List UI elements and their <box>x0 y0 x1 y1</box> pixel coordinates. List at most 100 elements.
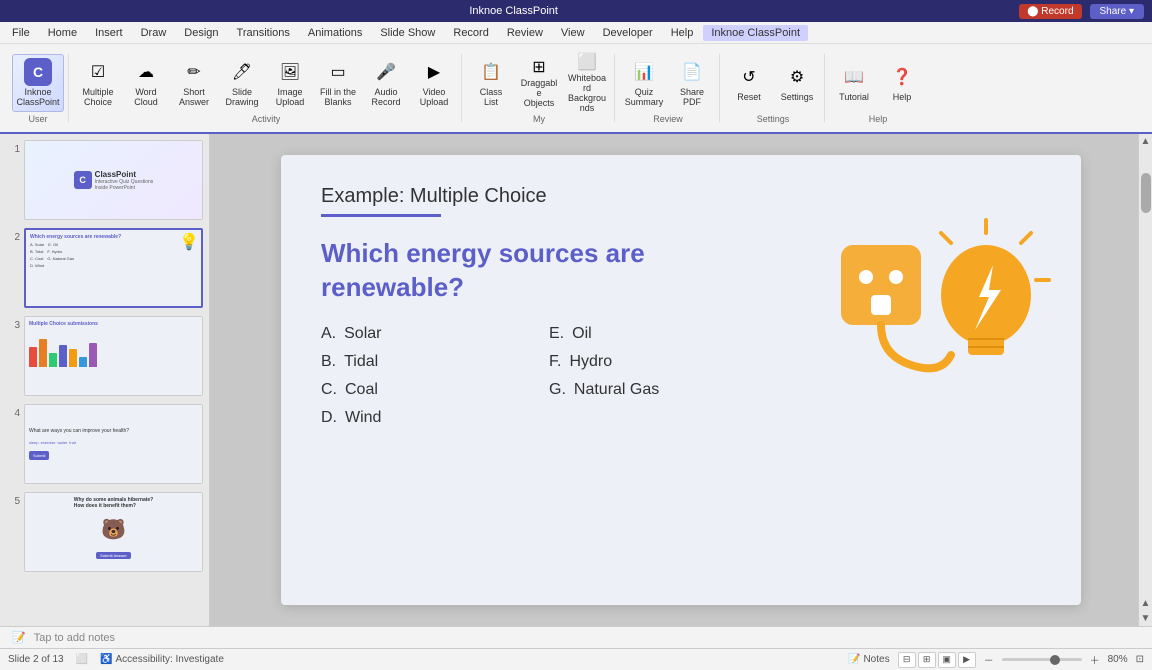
draggable-objects-button[interactable]: ⊞ DraggableObjects <box>516 54 562 112</box>
option-f-letter: F. <box>549 353 561 371</box>
title-bar: Inknoe ClassPoint ⬤ Record Share ▾ <box>0 0 1152 22</box>
menu-help[interactable]: Help <box>663 25 702 41</box>
menu-draw[interactable]: Draw <box>133 25 175 41</box>
zoom-thumb[interactable] <box>1050 655 1060 665</box>
zoom-out-icon[interactable]: － <box>984 652 994 667</box>
short-answer-button[interactable]: ✏ ShortAnswer <box>171 54 217 112</box>
option-g-letter: G. <box>549 381 566 399</box>
option-a-letter: A. <box>321 325 336 343</box>
whiteboard-backgrounds-button[interactable]: ⬜ WhiteboardBackgrounds <box>564 54 610 112</box>
slide-thumb-1[interactable]: 1 C ClassPoint Interactive Quiz Question… <box>4 138 205 222</box>
slide-option-c: C. Coal <box>321 381 489 399</box>
menu-home[interactable]: Home <box>40 25 85 41</box>
record-button[interactable]: ⬤ Record <box>1019 4 1081 19</box>
image-upload-button[interactable]: 🖼 ImageUpload <box>267 54 313 112</box>
audio-record-button[interactable]: 🎤 AudioRecord <box>363 54 409 112</box>
help-button[interactable]: ❓ Help <box>879 54 925 112</box>
multiple-choice-button[interactable]: ☑ MultipleChoice <box>75 54 121 112</box>
menu-record[interactable]: Record <box>445 25 496 41</box>
tutorial-button[interactable]: 📖 Tutorial <box>831 54 877 112</box>
review-group-label: Review <box>621 112 715 126</box>
slideshow-view-btn[interactable]: ▶ <box>958 652 976 668</box>
zoom-in-icon[interactable]: ＋ <box>1090 652 1100 667</box>
word-cloud-button[interactable]: ☁ WordCloud <box>123 54 169 112</box>
slide2-options: A. SolarE. Oil <box>30 242 58 247</box>
slide-thumb-3[interactable]: 3 Multiple Choice submissions <box>4 314 205 398</box>
tutorial-icon: 📖 <box>840 63 868 91</box>
help-icon: ❓ <box>888 63 916 91</box>
inknoe-icon: C <box>24 58 52 86</box>
menu-design[interactable]: Design <box>176 25 226 41</box>
menu-insert[interactable]: Insert <box>87 25 131 41</box>
slide-option-a: A. Solar <box>321 325 489 343</box>
fill-blanks-button[interactable]: ▭ Fill in theBlanks <box>315 54 361 112</box>
menu-view[interactable]: View <box>553 25 593 41</box>
quiz-summary-button[interactable]: 📊 QuizSummary <box>621 54 667 112</box>
slide-thumb-2[interactable]: 2 Which energy sources are renewable? A.… <box>4 226 205 310</box>
slide-options: A. Solar E. Oil B. Tidal F. Hydro <box>321 325 717 427</box>
menu-developer[interactable]: Developer <box>595 25 661 41</box>
slide-preview-3: Multiple Choice submissions <box>25 317 202 395</box>
classpoint-logo-icon: C <box>24 58 52 86</box>
menu-animations[interactable]: Animations <box>300 25 370 41</box>
slide-title-underline <box>321 214 441 217</box>
slide1-logo: C ClassPoint Interactive Quiz QuestionsI… <box>74 170 154 191</box>
scroll-thumb[interactable] <box>1141 173 1151 213</box>
slide-panel[interactable]: 1 C ClassPoint Interactive Quiz Question… <box>0 134 210 626</box>
option-e-text: Oil <box>572 325 592 343</box>
settings-button[interactable]: ⚙ Settings <box>774 54 820 112</box>
scroll-down-arrow[interactable]: ▼ <box>1139 611 1152 626</box>
menu-inknoe[interactable]: Inknoe ClassPoint <box>703 25 808 41</box>
ribbon-group-review: 📊 QuizSummary 📄 SharePDF Review <box>617 54 720 122</box>
notes-placeholder[interactable]: Tap to add notes <box>34 632 115 644</box>
accessibility-icon: ♿ <box>100 654 112 665</box>
ribbon-group-activity: ☑ MultipleChoice ☁ WordCloud ✏ ShortAnsw… <box>71 54 462 122</box>
slide-info: Slide 2 of 13 <box>8 654 64 665</box>
ribbon-content: C InknoeClassPoint User ☑ MultipleChoice… <box>0 44 1152 132</box>
slide-option-g: G. Natural Gas <box>549 381 717 399</box>
video-upload-button[interactable]: ▶ VideoUpload <box>411 54 457 112</box>
status-bar: Slide 2 of 13 ⬜ ♿ Accessibility: Investi… <box>0 648 1152 670</box>
menu-review[interactable]: Review <box>499 25 551 41</box>
audio-record-icon: 🎤 <box>372 58 400 86</box>
slide-drawing-button[interactable]: 🖊 SlideDrawing <box>219 54 265 112</box>
menu-file[interactable]: File <box>4 25 38 41</box>
zoom-level[interactable]: 80% <box>1108 654 1128 665</box>
slide-option-e: E. Oil <box>549 325 717 343</box>
slide-preview-5: Why do some animals hibernate?How does i… <box>25 493 202 571</box>
tutorial-label: Tutorial <box>839 93 869 103</box>
slide-img-1[interactable]: C ClassPoint Interactive Quiz QuestionsI… <box>24 140 203 220</box>
fit-icon[interactable]: ⊡ <box>1136 654 1144 665</box>
share-button[interactable]: Share ▾ <box>1090 4 1144 19</box>
scroll-v-container[interactable]: ▲ ▲ ▼ <box>1138 134 1152 626</box>
accessibility-badge[interactable]: ♿ Accessibility: Investigate <box>100 654 224 665</box>
scroll-arrow-up2[interactable]: ▲ <box>1139 596 1152 611</box>
inknoe-classpoint-button[interactable]: C InknoeClassPoint <box>12 54 64 112</box>
share-pdf-button[interactable]: 📄 SharePDF <box>669 54 715 112</box>
ribbon-my-items: 📋 ClassList ⊞ DraggableObjects ⬜ Whitebo… <box>468 54 610 112</box>
slide-thumb-4[interactable]: 4 What are ways you can improve your hea… <box>4 402 205 486</box>
normal-view-btn[interactable]: ⊟ <box>898 652 916 668</box>
settings-group-label: Settings <box>726 112 820 126</box>
slide-img-3[interactable]: Multiple Choice submissions <box>24 316 203 396</box>
short-answer-icon: ✏ <box>180 58 208 86</box>
slide2-title: Which energy sources are renewable? <box>30 234 121 240</box>
notes-view-btn[interactable]: 📝 Notes <box>848 654 889 665</box>
class-list-button[interactable]: 📋 ClassList <box>468 54 514 112</box>
reading-view-btn[interactable]: ▣ <box>938 652 956 668</box>
reset-button[interactable]: ↺ Reset <box>726 54 772 112</box>
reset-label: Reset <box>737 93 761 103</box>
activity-group-label: Activity <box>75 112 457 126</box>
scroll-up-arrow[interactable]: ▲ <box>1139 134 1152 149</box>
slide-option-f: F. Hydro <box>549 353 717 371</box>
slide-img-5[interactable]: Why do some animals hibernate?How does i… <box>24 492 203 572</box>
slide-img-4[interactable]: What are ways you can improve your healt… <box>24 404 203 484</box>
menu-slideshow[interactable]: Slide Show <box>372 25 443 41</box>
zoom-slider[interactable] <box>1002 658 1082 661</box>
slide-preview-4: What are ways you can improve your healt… <box>25 405 202 483</box>
menu-transitions[interactable]: Transitions <box>229 25 298 41</box>
slide1-logo-icon: C <box>74 171 92 189</box>
slide-thumb-5[interactable]: 5 Why do some animals hibernate?How does… <box>4 490 205 574</box>
slide-img-2[interactable]: Which energy sources are renewable? A. S… <box>24 228 203 308</box>
grid-view-btn[interactable]: ⊞ <box>918 652 936 668</box>
